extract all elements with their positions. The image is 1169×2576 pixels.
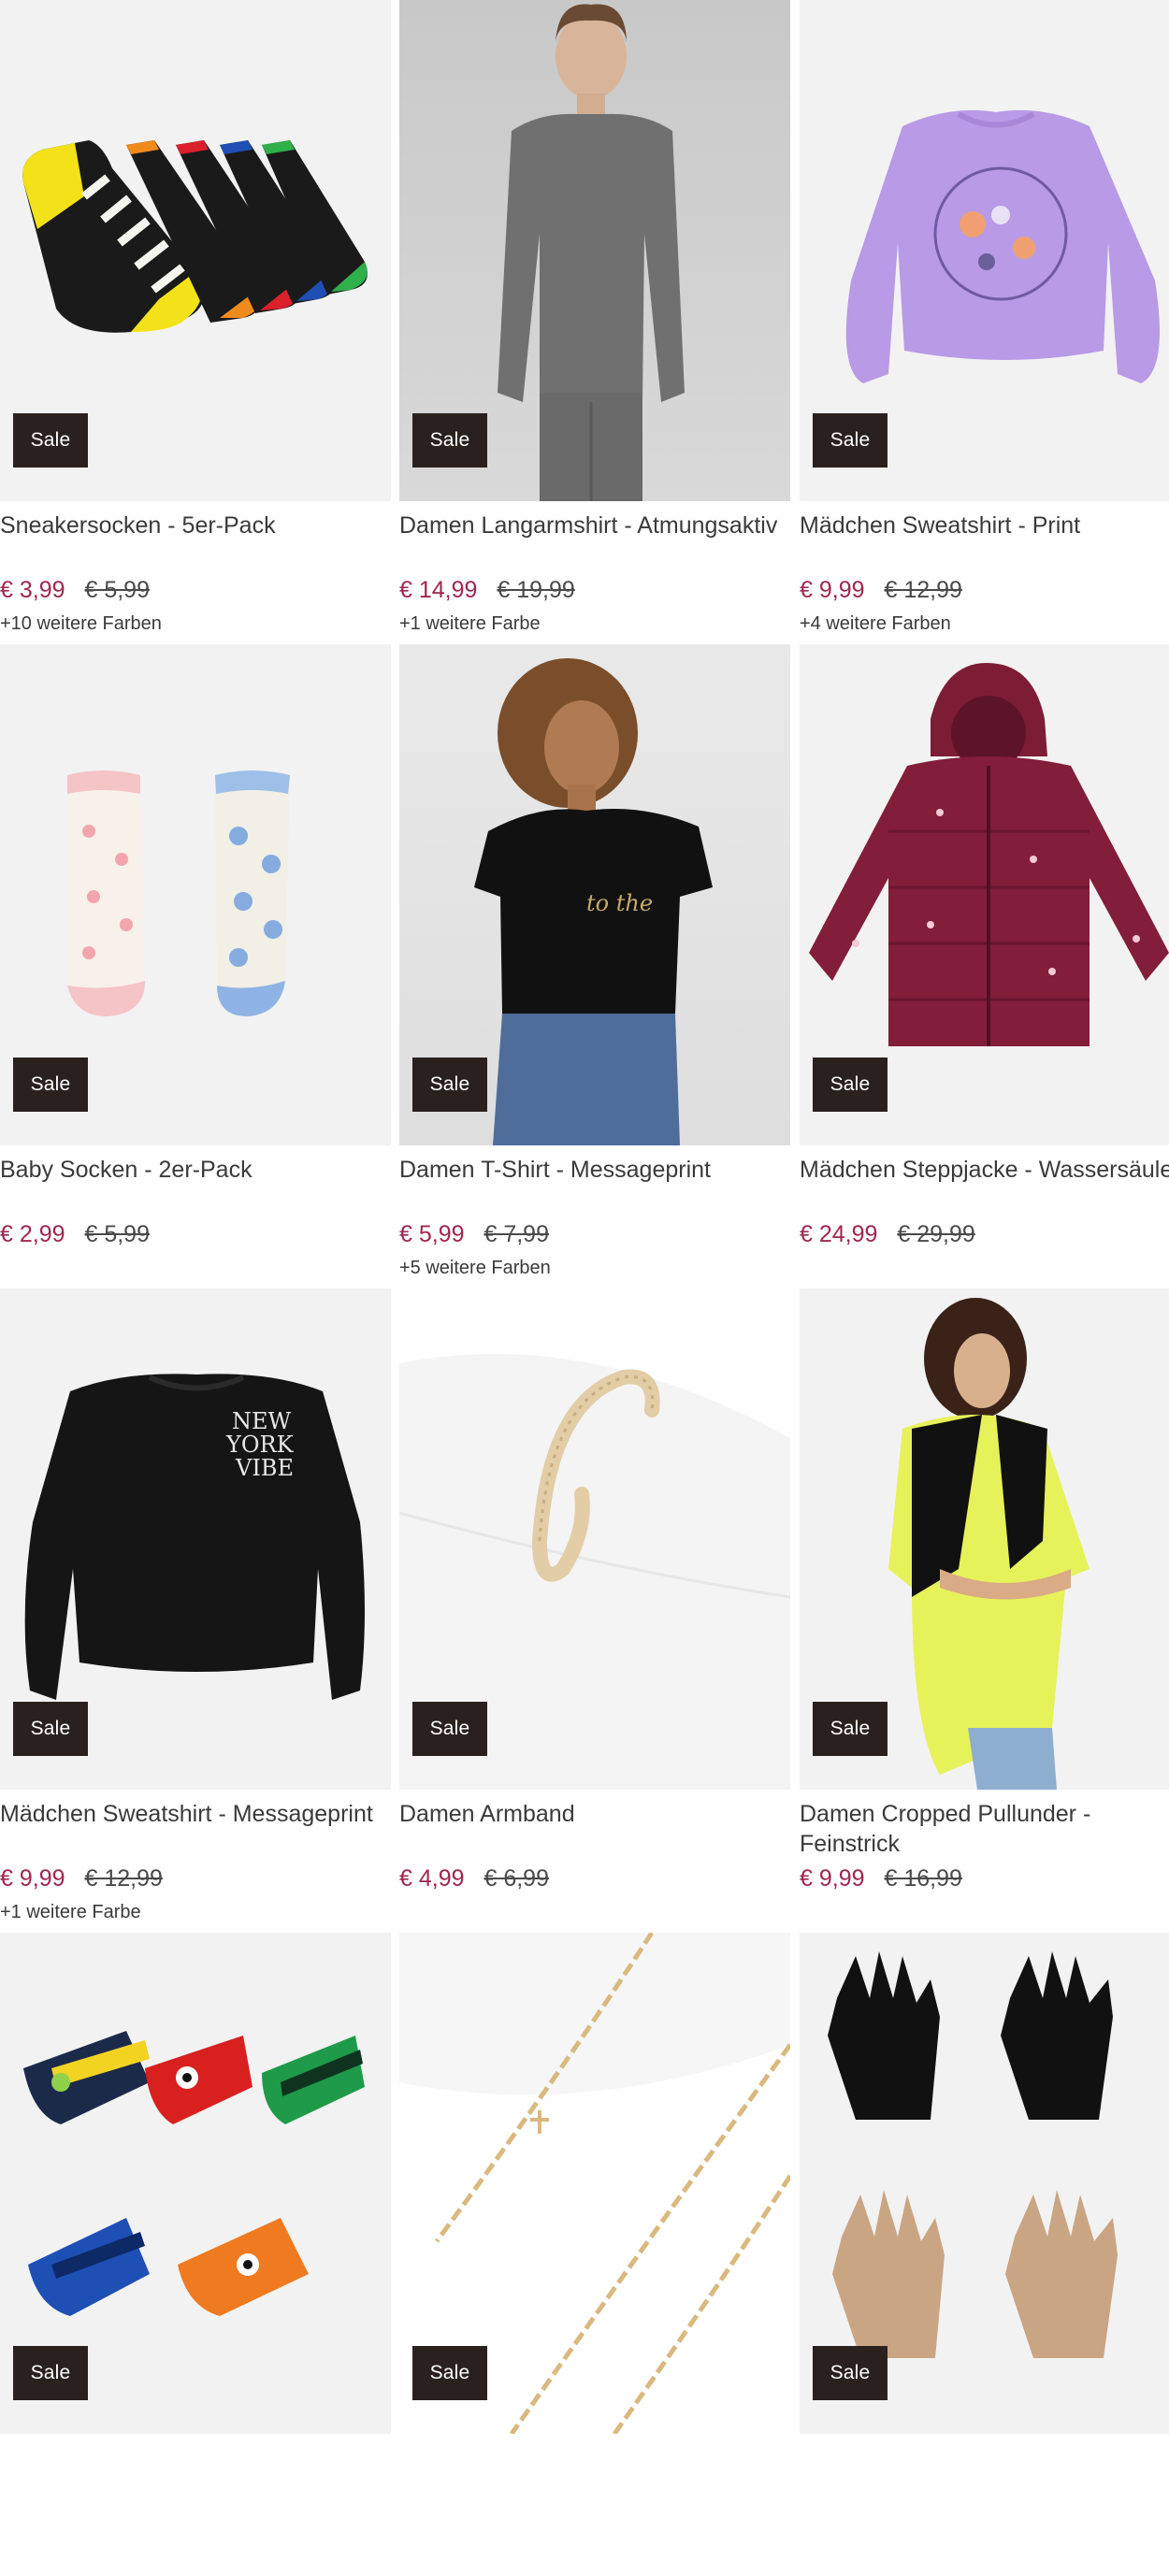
product-card[interactable]: Sale — [800, 1933, 1169, 2576]
svg-text:VIBE: VIBE — [235, 1455, 294, 1481]
product-title[interactable]: Mädchen Steppjacke - Wassersäule — [800, 1155, 1169, 1185]
original-price: € 5,99 — [84, 577, 150, 603]
sale-badge: Sale — [13, 413, 88, 468]
product-card[interactable]: NEW YORK VIBE Sale Mädchen Sweatshirt - … — [0, 1288, 391, 1932]
sale-price: € 3,99 — [0, 577, 65, 603]
sale-badge: Sale — [13, 1702, 88, 1756]
product-card[interactable]: to the Sale Damen T-Shirt - Messageprint… — [399, 644, 790, 1288]
product-image-link[interactable]: Sale — [399, 0, 790, 501]
product-title[interactable]: Damen Langarmshirt - Atmungsaktiv — [399, 511, 783, 540]
sale-badge: Sale — [412, 413, 487, 468]
product-title[interactable]: Mädchen Sweatshirt - Messageprint — [0, 1799, 383, 1829]
sale-price: € 2,99 — [0, 1221, 65, 1247]
more-colors-link[interactable]: +5 weitere Farben — [399, 1256, 551, 1280]
product-image-link[interactable]: Sale — [0, 1933, 391, 2434]
svg-text:NEW: NEW — [232, 1408, 292, 1434]
product-image-link[interactable]: Sale — [800, 1288, 1169, 1790]
sale-badge: Sale — [412, 1058, 487, 1112]
sale-badge: Sale — [813, 413, 888, 468]
sale-badge: Sale — [813, 2346, 888, 2400]
product-prices: € 9,99 € 12,99 — [0, 1864, 163, 1892]
product-image-link[interactable]: Sale — [399, 1288, 790, 1790]
product-prices: € 14,99 € 19,99 — [399, 576, 575, 604]
product-title[interactable]: Damen Cropped Pullunder - Feinstrick — [800, 1799, 1169, 1859]
product-card[interactable]: Sale Baby Socken - 2er-Pack € 2,99 € 5,9… — [0, 644, 391, 1288]
product-image-link[interactable]: Sale — [0, 0, 391, 501]
product-image-link[interactable]: Sale — [800, 1933, 1169, 2434]
product-title[interactable]: Damen Armband — [399, 1799, 783, 1829]
sale-price: € 9,99 — [0, 1865, 65, 1892]
sale-badge: Sale — [412, 2346, 487, 2400]
product-image-link[interactable]: to the Sale — [399, 644, 790, 1145]
product-card[interactable]: Sale Sneakersocken - 5er-Pack € 3,99 € 5… — [0, 0, 391, 643]
original-price: € 29,99 — [897, 1221, 975, 1247]
sale-price: € 4,99 — [399, 1865, 465, 1892]
sale-price: € 5,99 — [399, 1221, 465, 1247]
product-prices: € 3,99 € 5,99 — [0, 576, 150, 604]
svg-text:to the: to the — [586, 890, 653, 916]
sale-badge: Sale — [13, 1058, 88, 1112]
product-image-link[interactable]: Sale — [399, 1933, 790, 2434]
product-title[interactable]: Baby Socken - 2er-Pack — [0, 1155, 383, 1185]
original-price: € 5,99 — [84, 1221, 150, 1247]
more-colors-link[interactable]: +10 weitere Farben — [0, 612, 162, 636]
more-colors-link[interactable]: +4 weitere Farben — [800, 612, 951, 636]
sale-badge: Sale — [13, 2346, 88, 2400]
product-prices: € 24,99 € 29,99 — [800, 1220, 975, 1248]
original-price: € 16,99 — [884, 1865, 962, 1892]
product-card[interactable]: Sale Damen Cropped Pullunder - Feinstric… — [800, 1288, 1169, 1932]
product-card[interactable]: Sale — [399, 1933, 790, 2576]
product-title[interactable]: Mädchen Sweatshirt - Print — [800, 511, 1169, 540]
product-card[interactable]: Sale Damen Armband € 4,99 € 6,99 — [399, 1288, 790, 1932]
original-price: € 12,99 — [84, 1865, 163, 1892]
product-image-link[interactable]: NEW YORK VIBE Sale — [0, 1288, 391, 1790]
sale-price: € 9,99 — [800, 577, 865, 603]
sale-badge: Sale — [813, 1058, 888, 1112]
svg-text:YORK: YORK — [225, 1432, 295, 1458]
original-price: € 19,99 — [497, 577, 575, 603]
product-prices: € 5,99 € 7,99 — [399, 1220, 549, 1248]
sale-badge: Sale — [412, 1702, 487, 1756]
product-image-link[interactable]: Sale — [800, 0, 1169, 501]
sale-badge: Sale — [813, 1702, 888, 1756]
product-image-link[interactable]: Sale — [0, 644, 391, 1145]
original-price: € 7,99 — [483, 1221, 549, 1247]
sale-price: € 24,99 — [800, 1221, 878, 1247]
product-prices: € 9,99 € 16,99 — [800, 1864, 962, 1892]
product-title[interactable]: Sneakersocken - 5er-Pack — [0, 511, 383, 540]
product-card[interactable]: Sale — [0, 1933, 391, 2576]
more-colors-link[interactable]: +1 weitere Farbe — [399, 612, 541, 636]
sale-price: € 14,99 — [399, 577, 478, 603]
product-card[interactable]: Sale Mädchen Sweatshirt - Print € 9,99 €… — [800, 0, 1169, 643]
original-price: € 12,99 — [884, 577, 962, 603]
product-prices: € 9,99 € 12,99 — [800, 576, 962, 604]
original-price: € 6,99 — [483, 1865, 549, 1892]
product-image-link[interactable]: Sale — [800, 644, 1169, 1145]
sale-price: € 9,99 — [800, 1865, 865, 1892]
product-title[interactable]: Damen T-Shirt - Messageprint — [399, 1155, 783, 1185]
more-colors-link[interactable]: +1 weitere Farbe — [0, 1900, 141, 1924]
product-prices: € 4,99 € 6,99 — [399, 1864, 549, 1892]
product-card[interactable]: Sale Mädchen Steppjacke - Wassersäule € … — [800, 644, 1169, 1288]
product-grid: Sale Sneakersocken - 5er-Pack € 3,99 € 5… — [0, 0, 1169, 2434]
product-card[interactable]: Sale Damen Langarmshirt - Atmungsaktiv €… — [399, 0, 790, 643]
product-prices: € 2,99 € 5,99 — [0, 1220, 150, 1248]
